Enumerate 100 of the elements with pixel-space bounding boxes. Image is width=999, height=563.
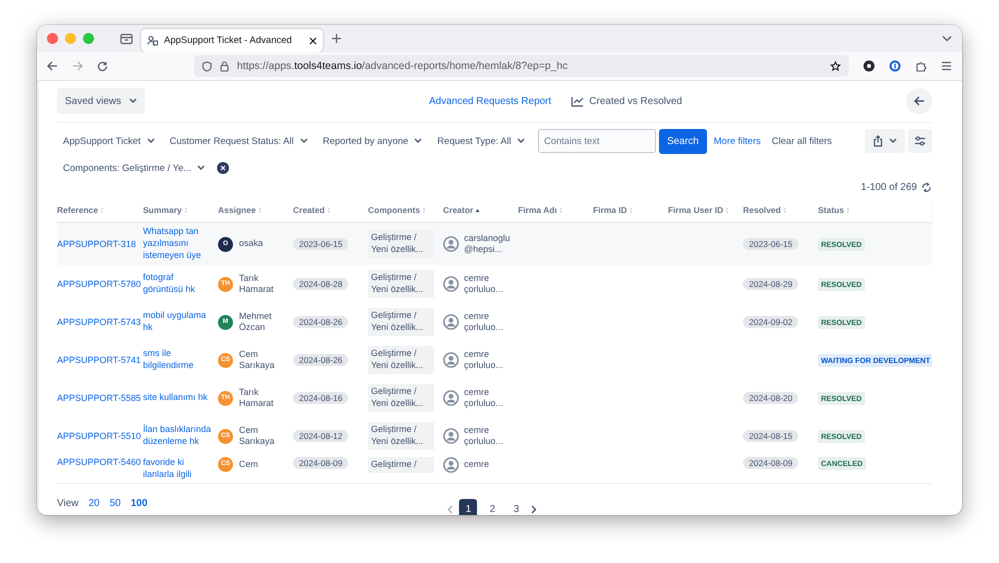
browser-tab[interactable]: AppSupport Ticket - Advanced [141, 29, 323, 52]
reference-link[interactable]: APPSUPPORT-5741 [57, 355, 141, 365]
puzzle-icon[interactable] [915, 60, 927, 72]
search-field[interactable]: Contains text [538, 129, 656, 153]
assignee-name: Cem Sarıkaya [239, 424, 276, 448]
column-header[interactable]: Status [818, 205, 893, 215]
column-header[interactable]: Reference [57, 205, 143, 215]
column-header[interactable]: Created [293, 205, 368, 215]
summary-link[interactable]: Whatsapp tan yazılmasını istemeyen üye [143, 226, 213, 262]
assignee-name: Cem Sarıkaya [239, 348, 276, 372]
date-lozenge: 2024-08-28 [293, 278, 348, 290]
filter-dropdown[interactable]: Customer Request Status: All [164, 129, 314, 153]
result-count: 1-100 of 269 [860, 182, 917, 192]
back-icon[interactable] [47, 61, 58, 71]
date-lozenge: 2024-08-09 [293, 457, 348, 469]
assignee-name: Mehmet Özcan [239, 310, 273, 334]
chevron-down-icon[interactable] [942, 35, 952, 42]
summary-link[interactable]: İlan baslıklarında düzenleme hk [143, 424, 213, 448]
assignee-name: osaka [239, 238, 264, 250]
export-button[interactable] [865, 129, 905, 153]
people-icon [147, 35, 158, 46]
chevron-down-icon [197, 165, 206, 171]
summary-link[interactable]: sms ile bilgilendirme [143, 348, 213, 372]
reference-link[interactable]: APPSUPPORT-5743 [57, 317, 141, 327]
user-icon [443, 457, 459, 473]
user-icon [443, 314, 459, 330]
reload-icon[interactable] [97, 60, 108, 72]
plus-icon[interactable] [331, 33, 342, 44]
column-header[interactable]: Assignee [218, 205, 293, 215]
column-header[interactable]: Components [368, 205, 443, 215]
summary-link[interactable]: mobil uygulama hk [143, 310, 213, 334]
user-icon [443, 236, 459, 252]
report-link[interactable]: Created vs Resolved [571, 96, 682, 106]
chevron-down-icon [129, 98, 138, 104]
user-icon [443, 390, 459, 406]
star-icon[interactable] [830, 60, 841, 72]
page-size-option[interactable]: 20 [88, 498, 100, 508]
chevron-right-icon[interactable] [531, 504, 538, 514]
reference-link[interactable]: APPSUPPORT-5585 [57, 393, 141, 403]
summary-link[interactable]: fotograf görüntüsü hk [143, 272, 213, 296]
date-lozenge: 2023-06-15 [743, 238, 798, 250]
date-lozenge: 2024-09-02 [743, 316, 798, 328]
saved-views-dropdown[interactable]: Saved views [57, 88, 146, 114]
settings-button[interactable] [908, 129, 932, 153]
filter-dropdown[interactable]: Request Type: All [431, 129, 532, 153]
user-icon [443, 428, 459, 444]
date-lozenge: 2024-08-20 [743, 392, 798, 404]
column-header[interactable]: Summary [143, 205, 218, 215]
column-header[interactable]: Resolved [743, 205, 818, 215]
more-filters-link[interactable]: More filters [710, 136, 765, 146]
component-tag: Geliştirme / [368, 457, 434, 473]
component-tag: Geliştirme / Yeni özellik... [368, 346, 434, 374]
column-header[interactable]: Firma Adı [518, 205, 593, 215]
creator-name: carslanoglu@hepsi... [464, 232, 512, 256]
clear-filter-button[interactable] [217, 162, 230, 174]
refresh-icon[interactable] [921, 182, 932, 192]
close-window-button[interactable] [47, 33, 58, 44]
page-button[interactable]: 3 [507, 499, 526, 515]
back-button[interactable] [906, 88, 932, 114]
component-tag: Geliştirme / Yeni özellik... [368, 384, 434, 412]
chevron-down-icon [517, 138, 526, 144]
report-link[interactable]: Advanced Requests Report [429, 96, 552, 106]
shield-icon [202, 60, 212, 72]
chevron-down-icon [146, 138, 155, 144]
sidebar-icon[interactable] [120, 32, 133, 44]
filter-dropdown[interactable]: Reported by anyone [316, 129, 428, 153]
close-icon[interactable] [309, 36, 317, 44]
column-header[interactable]: Creator [443, 205, 518, 215]
menu-icon[interactable] [941, 61, 952, 71]
summary-link[interactable]: favoride ki ilanlarla ilgili [143, 457, 213, 480]
creator-name: cemre çorluluo... [464, 310, 504, 334]
chevron-down-icon [889, 138, 897, 144]
url-text: https://apps.tools4teams.io/advanced-reports/home/hemlak/8?ep=p_hc [237, 60, 569, 72]
filter-dropdown[interactable]: AppSupport Ticket [57, 129, 161, 153]
reference-link[interactable]: APPSUPPORT-5510 [57, 431, 141, 441]
record-icon[interactable] [863, 60, 875, 72]
line-chart-icon [571, 96, 584, 106]
summary-link[interactable]: site kullanımı hk [143, 392, 208, 404]
reference-link[interactable]: APPSUPPORT-318 [57, 239, 136, 249]
close-icon [220, 165, 226, 171]
clear-filters-link[interactable]: Clear all filters [768, 136, 836, 146]
reference-link[interactable]: APPSUPPORT-5780 [57, 279, 141, 289]
filter-dropdown[interactable]: Components: Geliştirme / Ye... [57, 156, 212, 180]
component-tag: Geliştirme / Yeni özellik... [368, 230, 434, 258]
arrow-left-icon [914, 96, 924, 106]
date-lozenge: 2024-08-26 [293, 316, 348, 328]
address-bar[interactable]: https://apps.tools4teams.io/advanced-reports/home/hemlak/8?ep=p_hc [194, 55, 849, 77]
date-lozenge: 2024-08-26 [293, 354, 348, 366]
assignee-name: Tarık Hamarat [239, 272, 275, 296]
page-size-option[interactable]: 100 [130, 498, 148, 508]
search-button[interactable]: Search [659, 128, 707, 154]
page-button[interactable]: 1 [459, 499, 478, 515]
column-header[interactable]: Firma User ID [668, 205, 743, 215]
page-size-option[interactable]: 50 [110, 498, 121, 508]
page-button[interactable]: 2 [483, 499, 502, 515]
date-lozenge: 2024-08-12 [293, 430, 348, 442]
column-header[interactable]: Firma ID [593, 205, 668, 215]
reference-link[interactable]: APPSUPPORT-5460 [57, 457, 141, 467]
assignee-name: Tarık Hamarat [239, 386, 275, 410]
component-tag: Geliştirme / Yeni özellik... [368, 422, 434, 450]
